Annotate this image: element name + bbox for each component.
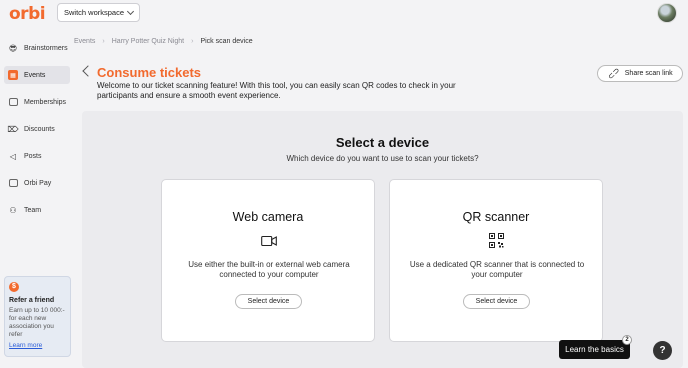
- orbi-logo[interactable]: orbi: [9, 4, 46, 24]
- link-icon: ⊂⊃: [606, 65, 622, 82]
- sidebar-org[interactable]: 😎 Brainstormers: [4, 39, 70, 57]
- sidebar-item-events[interactable]: ▦ Events: [4, 66, 70, 84]
- share-scan-link-button[interactable]: ⊂⊃ Share scan link: [597, 65, 683, 82]
- page-description: Welcome to our ticket scanning feature! …: [97, 81, 456, 100]
- refer-friend-card: $ Refer a friend Earn up to 10 000:- for…: [4, 276, 71, 357]
- sidebar-item-orbi-pay[interactable]: Orbi Pay: [4, 174, 70, 192]
- web-camera-card[interactable]: Web camera Use either the built-in or ex…: [161, 179, 375, 342]
- tag-icon: ⌦: [7, 124, 19, 134]
- smiling-face-sunglasses-icon: 😎: [8, 43, 18, 53]
- learn-the-basics-button[interactable]: Learn the basics: [559, 340, 630, 359]
- sidebar-item-label: Orbi Pay: [24, 179, 52, 187]
- device-selector-panel: Select a device Which device do you want…: [82, 111, 683, 368]
- dollar-icon: $: [9, 282, 19, 292]
- learn-badge: 2: [622, 335, 632, 345]
- breadcrumb-current: Pick scan device: [200, 38, 253, 45]
- video-camera-icon: [261, 235, 277, 247]
- card-description: Use either the built-in or external web …: [188, 260, 350, 279]
- sidebar-item-label: Events: [24, 71, 46, 79]
- sidebar-item-label: Discounts: [24, 125, 55, 133]
- switch-workspace-label: Switch workspace: [64, 8, 125, 17]
- qr-scanner-card[interactable]: QR scanner Use a dedicated QR scanner th…: [389, 179, 603, 342]
- megaphone-icon: ◁: [9, 151, 17, 161]
- learn-more-link[interactable]: Learn more: [9, 342, 66, 349]
- help-icon[interactable]: ?: [653, 341, 672, 360]
- sidebar-item-discounts[interactable]: ⌦ Discounts: [4, 120, 70, 138]
- promo-text: Earn up to 10 000:- for each new associa…: [9, 307, 65, 338]
- card-description: Use a dedicated QR scanner that is conne…: [409, 260, 585, 279]
- id-card-icon: [8, 97, 18, 107]
- card-title: Web camera: [232, 210, 304, 224]
- sidebar-item-memberships[interactable]: Memberships: [4, 93, 70, 111]
- sidebar-org-label: Brainstormers: [24, 44, 68, 52]
- wallet-icon: [8, 178, 18, 188]
- sidebar-item-label: Posts: [24, 152, 42, 160]
- back-arrow-icon[interactable]: [82, 65, 94, 77]
- breadcrumb-separator-icon: ›: [102, 38, 105, 45]
- card-title: QR scanner: [462, 210, 530, 224]
- select-device-title: Select a device: [335, 135, 430, 150]
- people-icon: ⚇: [9, 205, 17, 215]
- qr-code-icon: [489, 233, 504, 248]
- sidebar-item-label: Memberships: [24, 98, 67, 106]
- select-web-camera-button[interactable]: Select device: [235, 294, 302, 309]
- chevron-down-icon: [126, 7, 135, 16]
- select-device-subtitle: Which device do you want to use to scan …: [286, 154, 479, 163]
- switch-workspace-button[interactable]: Switch workspace: [57, 3, 140, 22]
- select-qr-scanner-button[interactable]: Select device: [463, 294, 530, 309]
- sidebar-item-label: Team: [24, 206, 42, 214]
- breadcrumb-separator-icon: ›: [191, 38, 194, 45]
- calendar-icon: ▦: [8, 70, 18, 80]
- avatar[interactable]: [657, 3, 677, 23]
- breadcrumb-events[interactable]: Events: [74, 38, 95, 45]
- breadcrumb-event[interactable]: Harry Potter Quiz Night: [112, 38, 184, 45]
- promo-title: Refer a friend: [9, 297, 55, 304]
- breadcrumb: Events › Harry Potter Quiz Night › Pick …: [74, 38, 253, 45]
- sidebar-item-posts[interactable]: ◁ Posts: [4, 147, 70, 165]
- share-scan-link-label: Share scan link: [624, 70, 673, 77]
- top-bar: orbi Switch workspace: [0, 0, 688, 28]
- sidebar-item-team[interactable]: ⚇ Team: [4, 201, 70, 219]
- page-title: Consume tickets: [97, 65, 202, 80]
